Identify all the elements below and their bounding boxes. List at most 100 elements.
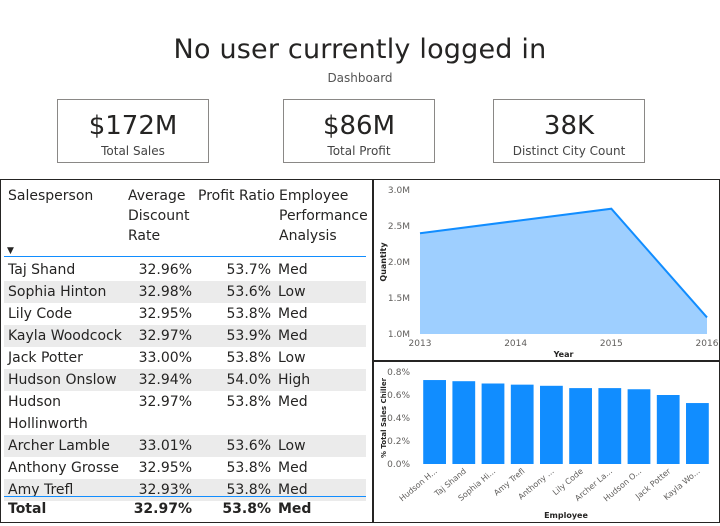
kpi-label: Total Sales [101,144,165,158]
salesperson-name: Jack Potter [8,350,83,366]
table-row[interactable]: Jack Potter 33.00% 53.8% Low [4,347,366,369]
y-tick-label: 0.0% [387,460,410,470]
table-row[interactable]: Hudson Hollinworth 32.97% 53.8% Med [4,391,366,435]
header-line: Analysis [279,228,337,244]
bar [656,395,680,464]
salesperson-name: Hudson [8,394,62,410]
profit-ratio: 53.9% [226,328,271,344]
header-line: Rate [128,228,161,244]
total-divider [4,496,366,497]
area-chart-svg: 1.0M 1.5M 2.0M 2.5M 3.0M 2013 2014 2015 2016 Year… [379,186,719,359]
salesperson-name: Lily Code [8,306,73,322]
y-tick-label: 0.6% [387,391,410,401]
performance-analysis: Med [278,394,308,410]
header-line: Employee [279,188,349,204]
salesperson-name: Archer Lamble [8,438,110,454]
profit-ratio: 54.0% [226,372,271,388]
performance-analysis: Med [278,262,308,278]
profit-ratio: 53.8% [226,350,271,366]
table-row[interactable]: Sophia Hinton 32.98% 53.6% Low [4,281,366,303]
profit-ratio: 53.6% [226,438,271,454]
sort-descending-icon[interactable]: ▼ [7,246,14,256]
bar [598,388,622,464]
bar [540,385,563,464]
profit-ratio: 53.8% [226,460,271,476]
performance-analysis: Low [278,284,306,300]
y-tick-label: 0.8% [387,368,410,378]
kpi-value: 38K [543,111,595,141]
kpi-label: Distinct City Count [512,144,626,158]
table-row[interactable]: Anthony Grosse 32.95% 53.8% Med [4,457,366,479]
salesperson-name: Anthony Grosse [8,460,120,476]
average-discount-rate: 32.96% [138,262,192,278]
table-row[interactable]: Archer Lamble 33.01% 53.6% Low [4,435,366,457]
y-tick-label: 1.0M [388,330,410,340]
column-header-employee-performance-analysis[interactable]: Employee Performance Analysis [279,186,368,246]
column-header-salesperson[interactable]: Salesperson [8,186,93,206]
average-discount-rate: 33.00% [138,350,192,366]
quantity-by-year-chart[interactable]: 1.0M 1.5M 2.0M 2.5M 3.0M 2013 2014 2015 2016 Year… [373,179,720,361]
table-row[interactable]: Taj Shand 32.96% 53.7% Med [4,259,366,281]
profit-ratio: 53.8% [226,306,271,322]
y-tick-label: 3.0M [388,186,410,196]
salesperson-table[interactable]: Salesperson Average Discount Rate Profit… [0,179,373,523]
average-discount-rate: 32.98% [138,284,192,300]
x-tick-label: 2014 [504,339,527,349]
column-header-average-discount-rate[interactable]: Average Discount Rate [128,186,189,246]
bar [481,383,505,464]
bar [452,381,476,464]
bar-chart-svg: 0.0%0.2%0.4%0.6%0.8%Hudson H...Taj Shand… [380,368,709,520]
performance-analysis: Low [278,438,306,454]
kpi-card-total-profit[interactable]: $86M Total Profit [283,99,435,163]
salesperson-name: Sophia Hinton [8,284,107,300]
x-tick-label: Hudson H... [398,467,439,504]
x-tick-label: 2015 [600,339,623,349]
kpi-value: $86M [322,111,396,141]
header-line: Discount [128,208,190,224]
header-divider [4,256,366,257]
average-discount-rate: 32.95% [138,460,192,476]
x-axis-title: Year [553,350,574,359]
table-row[interactable]: Hudson Onslow 32.94% 54.0% High [4,369,366,391]
kpi-card-distinct-city-count[interactable]: 38K Distinct City Count [493,99,645,163]
total-profit-ratio: 53.8% [222,501,271,517]
performance-analysis: Med [278,306,308,322]
salesperson-name: Hudson Onslow [8,372,117,388]
salesperson-name: Kayla Woodcock [8,328,122,344]
kpi-label: Total Profit [327,144,391,158]
profit-ratio: 53.7% [226,262,271,278]
header-line: Performance [279,208,368,224]
performance-analysis: Low [278,350,306,366]
performance-analysis: Med [278,328,308,344]
kpi-card-total-sales[interactable]: $172M Total Sales [57,99,209,163]
table-row[interactable]: Lily Code 32.95% 53.8% Med [4,303,366,325]
total-label: Total [8,501,47,517]
bar [423,380,446,464]
table-row[interactable]: Kayla Woodcock 32.97% 53.9% Med [4,325,366,347]
performance-analysis: Med [278,460,308,476]
page-title: No user currently logged in [173,34,547,65]
x-tick-label: 2013 [409,339,432,349]
y-tick-label: 1.5M [388,294,410,304]
y-tick-label: 0.2% [387,437,410,447]
total-performance: Med [278,501,312,517]
y-axis-title: % Total Sales Chiller [380,377,388,458]
average-discount-rate: 32.94% [138,372,192,388]
y-tick-label: 2.5M [388,222,410,232]
kpi-value: $172M [88,111,178,141]
salesperson-name: Taj Shand [8,262,76,278]
sales-chiller-by-employee-chart[interactable]: 0.0% 0.2% 0.4% 0.6% 0.8% Hudson H... Taj Shand… [373,361,720,523]
column-header-profit-ratio[interactable]: Profit Ratio [198,186,275,206]
average-discount-rate: 32.95% [138,306,192,322]
total-discount: 32.97% [133,501,192,517]
profit-ratio: 53.8% [226,394,271,410]
bar [569,388,592,464]
x-axis-title: Employee [544,511,588,520]
page-subtitle: Dashboard [327,71,393,85]
bar [686,403,709,464]
x-tick-label: 2016 [696,339,719,349]
bar [510,384,534,464]
y-tick-label: 0.4% [387,414,410,424]
y-tick-label: 2.0M [388,258,410,268]
average-discount-rate: 32.97% [138,394,192,410]
